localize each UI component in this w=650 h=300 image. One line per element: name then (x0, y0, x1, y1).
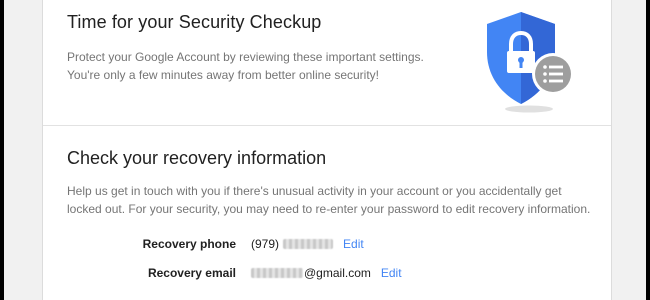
edit-recovery-email-link[interactable]: Edit (381, 266, 402, 280)
recovery-section-title: Check your recovery information (67, 148, 327, 168)
edit-recovery-phone-link[interactable]: Edit (343, 237, 364, 251)
checkup-title: Time for your Security Checkup (67, 12, 322, 32)
recovery-description-line: locked out. For your security, you may n… (67, 202, 591, 216)
security-card: Time for your Security Checkup Protect y… (42, 0, 612, 300)
recovery-email-row: Recovery email @gmail.com Edit (43, 263, 611, 283)
recovery-email-domain: @gmail.com (304, 266, 371, 280)
redacted-phone-number (283, 239, 334, 249)
page-background: Time for your Security Checkup Protect y… (4, 0, 646, 300)
recovery-description-line: Help us get in touch with you if there's… (67, 184, 562, 198)
security-illustration (479, 8, 579, 116)
checkup-description-line: You're only a few minutes away from bett… (67, 68, 379, 82)
shield-shadow (505, 105, 553, 113)
checkup-description: Protect your Google Account by reviewing… (67, 48, 457, 84)
recovery-description: Help us get in touch with you if there's… (67, 182, 597, 218)
recovery-phone-value: (979) Edit (251, 237, 364, 251)
redacted-email-username (251, 268, 303, 278)
recovery-email-value: @gmail.com Edit (251, 266, 402, 280)
security-checkup-banner: Time for your Security Checkup Protect y… (43, 0, 611, 126)
recovery-email-label: Recovery email (147, 266, 236, 280)
list-icon (532, 53, 574, 95)
recovery-phone-row: Recovery phone (979) Edit (43, 234, 611, 254)
checkup-description-line: Protect your Google Account by reviewing… (67, 50, 424, 64)
recovery-phone-label: Recovery phone (142, 237, 236, 251)
recovery-phone-prefix: (979) (251, 237, 280, 251)
